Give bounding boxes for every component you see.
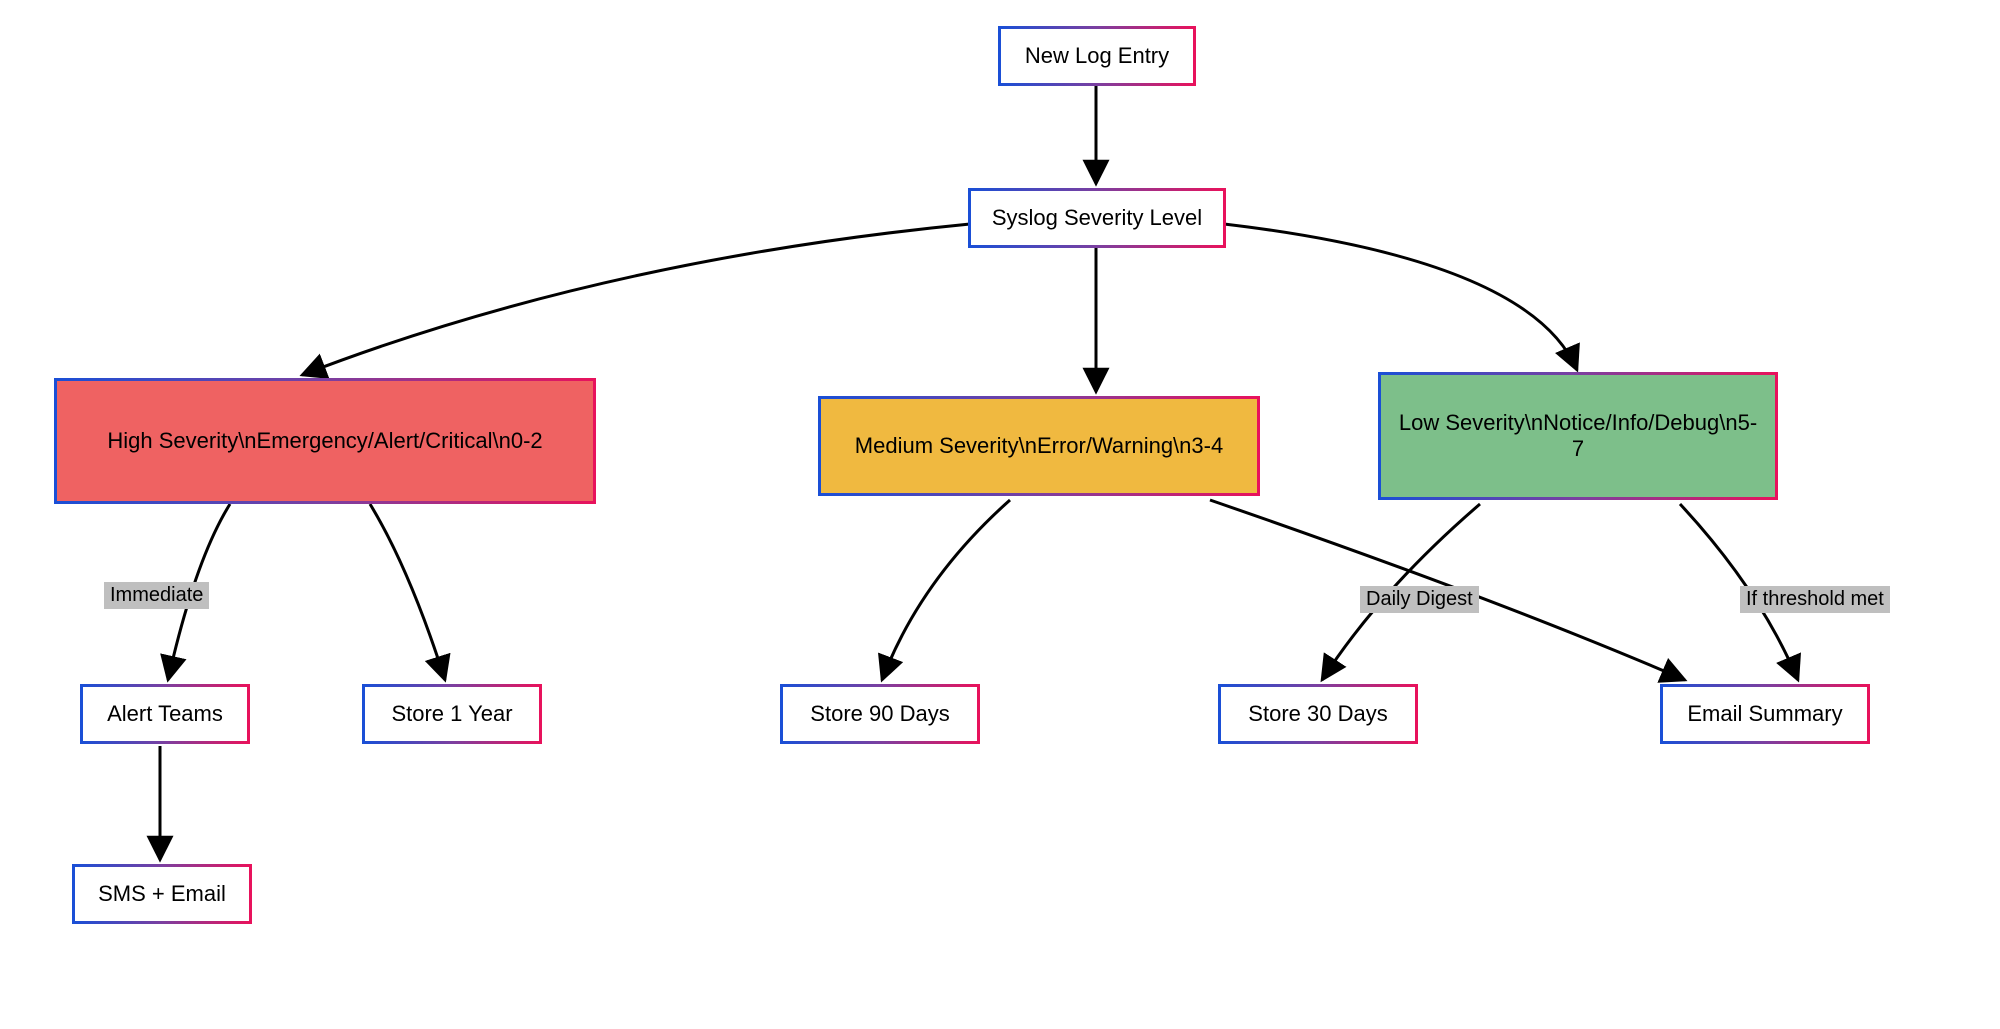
node-label: SMS + Email (98, 881, 226, 907)
node-label: Syslog Severity Level (992, 205, 1202, 231)
diagram-edges (0, 0, 2000, 1029)
node-label: Email Summary (1687, 701, 1842, 727)
node-new-log-entry: New Log Entry (998, 26, 1196, 86)
node-low-severity: Low Severity\nNotice/Info/Debug\n5-7 (1378, 372, 1778, 500)
edge-label-daily-digest: Daily Digest (1360, 586, 1479, 613)
edge-label-immediate: Immediate (104, 582, 209, 609)
node-store-1-year: Store 1 Year (362, 684, 542, 744)
node-email-summary: Email Summary (1660, 684, 1870, 744)
edge-label-threshold: If threshold met (1740, 586, 1890, 613)
node-label: Alert Teams (107, 701, 223, 727)
node-store-30-days: Store 30 Days (1218, 684, 1418, 744)
node-alert-teams: Alert Teams (80, 684, 250, 744)
node-sms-email: SMS + Email (72, 864, 252, 924)
node-label: New Log Entry (1025, 43, 1169, 69)
node-label: Store 1 Year (391, 701, 512, 727)
node-medium-severity: Medium Severity\nError/Warning\n3-4 (818, 396, 1260, 496)
node-label: Low Severity\nNotice/Info/Debug\n5-7 (1395, 410, 1761, 462)
node-syslog-severity: Syslog Severity Level (968, 188, 1226, 248)
node-high-severity: High Severity\nEmergency/Alert/Critical\… (54, 378, 596, 504)
node-label: Medium Severity\nError/Warning\n3-4 (855, 433, 1223, 459)
node-label: Store 90 Days (810, 701, 949, 727)
node-label: Store 30 Days (1248, 701, 1387, 727)
node-store-90-days: Store 90 Days (780, 684, 980, 744)
node-label: High Severity\nEmergency/Alert/Critical\… (107, 428, 542, 454)
